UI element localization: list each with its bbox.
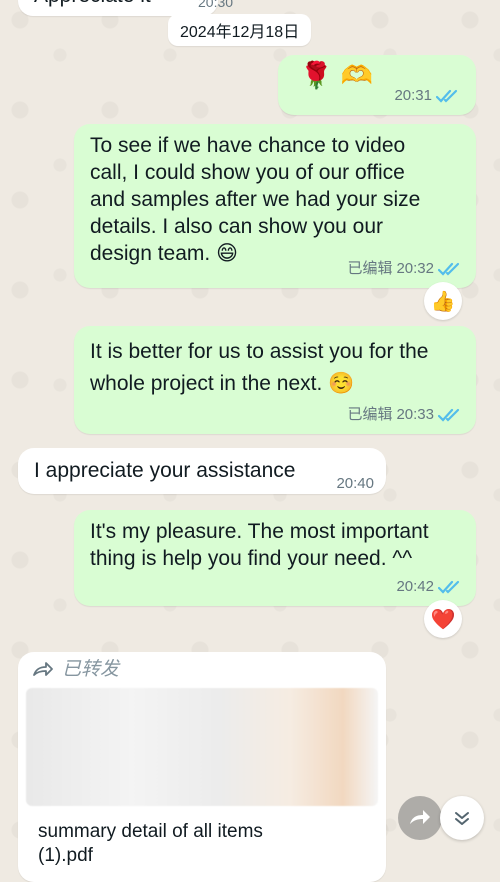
reaction-emoji: 👍 — [430, 289, 456, 313]
reaction-thumbs-up[interactable]: 👍 — [424, 282, 462, 320]
double-check-icon — [438, 580, 460, 594]
date-divider-text: 2024年12月18日 — [180, 24, 300, 41]
message-text: It's my pleasure. The most important thi… — [90, 520, 429, 570]
message-text: Appreciate it — [34, 0, 151, 9]
message-meta: 20:31 — [394, 82, 462, 109]
double-check-icon — [438, 408, 460, 422]
message-meta: 20:42 — [396, 573, 464, 600]
message-text: It is better for us to assist you for th… — [90, 340, 429, 395]
message-time: 20:42 — [396, 578, 434, 595]
forwarded-header: 已转发 — [32, 656, 119, 683]
message-incoming-forwarded-file[interactable]: 已转发 summary detail of all items (1).pdf — [18, 652, 386, 882]
message-time: 20:31 — [394, 87, 432, 104]
message-outgoing[interactable]: To see if we have chance to video call, … — [74, 124, 476, 288]
date-divider: 2024年12月18日 — [168, 14, 312, 46]
message-outgoing[interactable]: It is better for us to assist you for th… — [74, 326, 476, 434]
file-name: summary detail of all items (1).pdf — [38, 821, 263, 866]
reaction-heart[interactable]: ❤️ — [424, 600, 462, 638]
message-time: 20:33 — [396, 406, 434, 423]
chevron-down-icon — [455, 812, 469, 825]
edited-label: 已编辑 — [347, 260, 393, 277]
forwarded-label: 已转发 — [62, 659, 120, 680]
message-meta: 已编辑 20:32 — [347, 255, 464, 282]
forward-button[interactable] — [398, 796, 442, 840]
edited-label: 已编辑 — [347, 406, 393, 423]
message-incoming[interactable]: I appreciate your assistance 20:40 — [18, 448, 386, 494]
message-text: I appreciate your assistance — [34, 459, 296, 482]
message-text: To see if we have chance to video call, … — [90, 134, 421, 265]
reaction-emoji: ❤️ — [430, 607, 456, 631]
forward-arrow-icon — [410, 810, 430, 824]
message-text: 🌹 🫶 — [300, 61, 374, 91]
message-time: 20:40 — [336, 475, 374, 492]
forward-arrow-icon — [33, 661, 53, 676]
scroll-to-bottom-button[interactable] — [440, 796, 484, 840]
message-outgoing-emoji[interactable]: 🌹 🫶 20:31 — [278, 55, 476, 115]
file-preview-thumbnail[interactable] — [26, 688, 378, 806]
double-check-icon — [438, 262, 460, 276]
message-time: 20:32 — [396, 260, 434, 277]
message-outgoing[interactable]: It's my pleasure. The most important thi… — [74, 510, 476, 606]
double-check-icon — [436, 89, 458, 103]
message-meta: 已编辑 20:33 — [347, 401, 464, 428]
